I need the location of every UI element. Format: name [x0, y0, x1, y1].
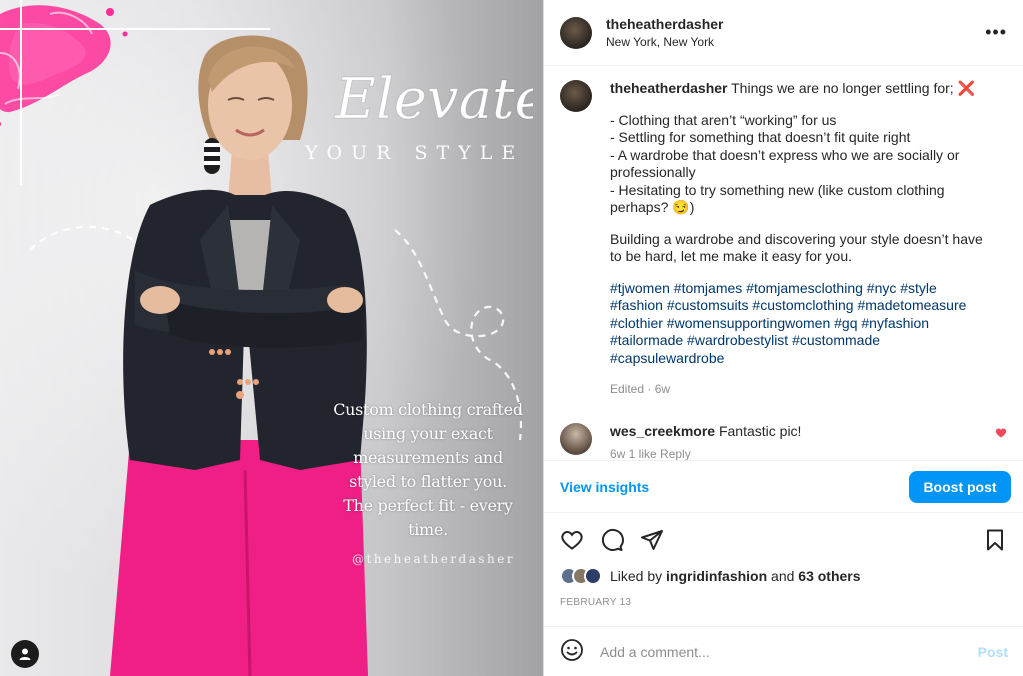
likes-prefix: Liked by — [610, 568, 663, 584]
your-style-subheadline: YOUR STYLE — [305, 142, 525, 164]
watermark-handle: @theheatherdasher — [352, 552, 516, 566]
caption-paragraph: Building a wardrobe and discovering your… — [610, 230, 987, 265]
tagline-line: The perfect fit - every — [343, 496, 513, 515]
caption-intro-line: theheatherdasher Things we are no longer… — [610, 80, 990, 98]
caption: theheatherdasher Things we are no longer… — [560, 80, 1007, 399]
comment-line: wes_creekmore Fantastic pic! — [610, 423, 995, 439]
boost-post-button[interactable]: Boost post — [909, 470, 1011, 503]
svg-text:Elevate: Elevate — [334, 67, 533, 132]
tagline-line: Custom clothing crafted — [333, 400, 523, 419]
likes-others[interactable]: 63 others — [798, 568, 860, 584]
post-details-panel: theheatherdasher New York, New York ••• … — [543, 0, 1023, 676]
caption-avatar[interactable] — [560, 80, 592, 112]
tagline-line: styled to flatter you. — [349, 472, 507, 491]
heart-icon[interactable] — [560, 528, 584, 552]
caption-intro: Things we are no longer settling for; — [731, 80, 954, 96]
bookmark-icon[interactable] — [983, 528, 1007, 552]
post-location[interactable]: New York, New York — [606, 35, 723, 49]
heart-filled-icon[interactable] — [995, 427, 1007, 439]
post-comment-button[interactable]: Post — [978, 644, 1008, 660]
caption-hashtags[interactable]: #tjwomen #tomjames #tomjamesclothing #ny… — [610, 280, 990, 368]
caption-username[interactable]: theheatherdasher — [610, 80, 727, 96]
likes-mid: and — [771, 568, 795, 584]
tagged-account-button[interactable] — [11, 640, 39, 668]
commenter-avatar[interactable] — [560, 422, 592, 455]
likes-summary: Liked by ingridinfashion and 63 others — [560, 567, 1007, 585]
caption-list: - Clothing that aren’t “working” for us … — [610, 111, 960, 216]
comment-username[interactable]: wes_creekmore — [610, 423, 715, 439]
comments-section[interactable]: theheatherdasher Things we are no longer… — [544, 66, 1023, 460]
add-comment-bar: Post — [544, 626, 1023, 676]
cross-mark-icon: ❌ — [957, 80, 976, 96]
more-horizontal-icon[interactable]: ••• — [985, 22, 1007, 43]
view-insights-link[interactable]: View insights — [560, 479, 649, 495]
post-date[interactable]: FEBRUARY 13 — [560, 597, 1007, 608]
post-image[interactable]: Elevate YOUR STYLE Custom clothing craft… — [0, 0, 543, 676]
caption-meta: Edited · 6w — [610, 382, 671, 396]
author-avatar[interactable] — [560, 16, 592, 49]
post-tagline: Custom clothing crafted using your exact… — [318, 398, 538, 542]
tagline-line: measurements and — [353, 448, 503, 467]
comment-item: wes_creekmore Fantastic pic! 6w 1 like R… — [560, 422, 1007, 461]
tagline-line: time. — [408, 520, 448, 539]
tagline-line: using your exact — [363, 424, 493, 443]
emoji-icon[interactable] — [560, 638, 584, 665]
post-header: theheatherdasher New York, New York ••• — [544, 0, 1023, 66]
author-username[interactable]: theheatherdasher — [606, 16, 723, 32]
comment-meta[interactable]: 6w 1 like Reply — [610, 447, 995, 461]
liked-by-user[interactable]: ingridinfashion — [666, 568, 767, 584]
comment-icon[interactable] — [600, 528, 624, 552]
liker-avatars[interactable] — [560, 567, 602, 585]
liker-avatar — [584, 567, 602, 585]
elevate-headline: Elevate — [334, 67, 534, 133]
add-comment-input[interactable] — [600, 643, 978, 660]
likes-text: Liked by ingridinfashion and 63 others — [610, 568, 861, 584]
insights-bar: View insights Boost post — [544, 460, 1023, 512]
comment-text: Fantastic pic! — [718, 422, 802, 439]
user-icon — [19, 648, 31, 660]
share-icon[interactable] — [640, 528, 664, 552]
